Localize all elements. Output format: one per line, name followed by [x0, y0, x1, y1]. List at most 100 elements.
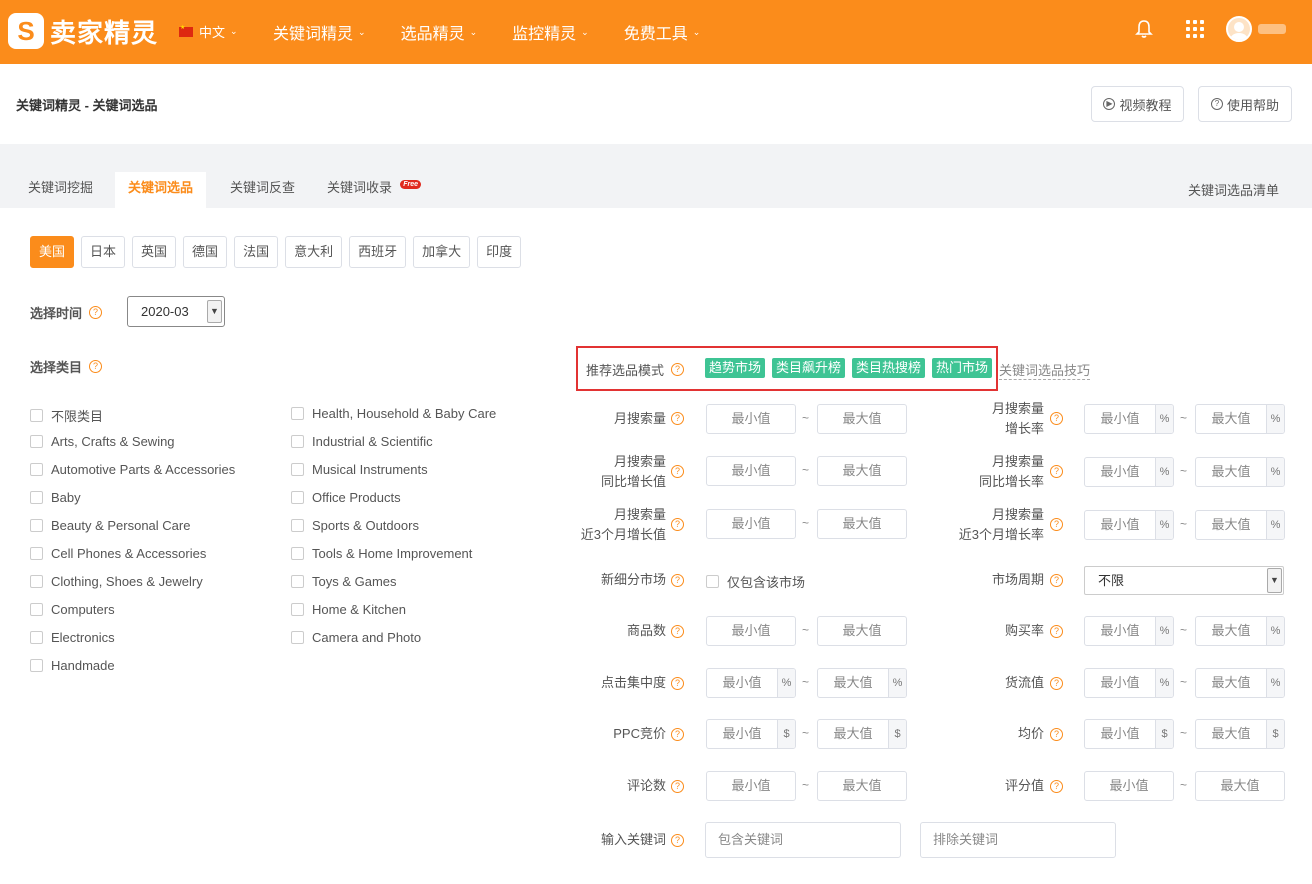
category-item[interactable]: Beauty & Personal Care	[30, 518, 190, 533]
country-us[interactable]: 美国	[30, 236, 75, 268]
recommend-tag-hot-market[interactable]: 热门市场	[932, 358, 993, 378]
date-select[interactable]: 2020-03 ▼	[127, 296, 225, 327]
checkbox[interactable]	[291, 603, 304, 616]
question-icon[interactable]: ?	[671, 518, 684, 531]
nav-keyword[interactable]: 关键词精灵 ⌄	[273, 20, 366, 44]
checkbox[interactable]	[291, 407, 304, 420]
checkbox[interactable]	[291, 519, 304, 532]
min-input[interactable]: 最小值	[706, 509, 796, 539]
checkbox[interactable]	[291, 575, 304, 588]
question-icon[interactable]: ?	[671, 465, 684, 478]
question-icon[interactable]: ?	[671, 574, 684, 587]
min-input[interactable]: 最小值	[706, 404, 796, 434]
checkbox[interactable]	[291, 547, 304, 560]
nav-product[interactable]: 选品精灵 ⌄	[401, 20, 478, 44]
question-icon[interactable]: ?	[1050, 677, 1063, 690]
question-icon[interactable]: ?	[671, 677, 684, 690]
category-item[interactable]: Baby	[30, 490, 81, 505]
exclude-keyword-input[interactable]: 排除关键词	[920, 822, 1116, 858]
question-icon[interactable]: ?	[89, 360, 103, 373]
question-icon[interactable]: ?	[1050, 574, 1063, 587]
country-jp[interactable]: 日本	[81, 236, 126, 268]
country-fr[interactable]: 法国	[234, 236, 279, 268]
min-usd-input[interactable]: 最小值 $	[706, 719, 796, 749]
max-pct-input[interactable]: 最大值%	[1195, 510, 1285, 540]
min-pct-input[interactable]: 最小值%	[1084, 457, 1174, 487]
country-de[interactable]: 德国	[183, 236, 228, 268]
checkbox[interactable]	[291, 463, 304, 476]
question-icon[interactable]: ?	[671, 728, 684, 741]
country-in[interactable]: 印度	[477, 236, 522, 268]
category-item[interactable]: Toys & Games	[291, 574, 397, 589]
tab-keyword-mining[interactable]: 关键词挖掘	[15, 172, 106, 208]
checkbox[interactable]	[30, 547, 43, 560]
checkbox[interactable]	[30, 631, 43, 644]
category-item[interactable]: Computers	[30, 602, 115, 617]
category-item[interactable]: Electronics	[30, 630, 115, 645]
category-item[interactable]: 不限类目	[30, 406, 103, 425]
apps-grid-icon[interactable]	[1186, 20, 1204, 38]
checkbox[interactable]	[30, 519, 43, 532]
keyword-selection-list-link[interactable]: 关键词选品清单	[1188, 180, 1279, 199]
market-cycle-select[interactable]: 不限 ▼	[1084, 566, 1284, 595]
category-item[interactable]: Home & Kitchen	[291, 602, 406, 617]
recommend-tag-trend[interactable]: 趋势市场	[705, 358, 766, 378]
question-icon[interactable]: ?	[1050, 465, 1063, 478]
min-pct-input[interactable]: 最小值%	[706, 668, 796, 698]
question-icon[interactable]: ?	[1050, 518, 1063, 531]
max-pct-input[interactable]: 最大值%	[1195, 668, 1285, 698]
question-icon[interactable]: ?	[671, 834, 684, 847]
max-input[interactable]: 最大值	[817, 456, 907, 486]
nav-free-tools[interactable]: 免费工具 ⌄	[624, 20, 701, 44]
language-switcher[interactable]: 中文 ⌄	[179, 22, 238, 41]
max-pct-input[interactable]: 最大值%	[817, 668, 907, 698]
min-pct-input[interactable]: 最小值%	[1084, 404, 1174, 434]
category-item[interactable]: Musical Instruments	[291, 462, 428, 477]
logo[interactable]: S 卖家精灵	[8, 12, 158, 50]
checkbox[interactable]	[30, 575, 43, 588]
video-tutorial-button[interactable]: ▶ 视频教程	[1091, 86, 1184, 122]
category-item[interactable]: Sports & Outdoors	[291, 518, 419, 533]
max-pct-input[interactable]: 最大值%	[1195, 457, 1285, 487]
question-icon[interactable]: ?	[1050, 780, 1063, 793]
max-input[interactable]: 最大值	[817, 404, 907, 434]
country-it[interactable]: 意大利	[285, 236, 343, 268]
checkbox[interactable]	[30, 463, 43, 476]
category-item[interactable]: Health, Household & Baby Care	[291, 406, 496, 421]
min-pct-input[interactable]: 最小值%	[1084, 510, 1174, 540]
category-item[interactable]: Handmade	[30, 658, 115, 673]
max-pct-input[interactable]: 最大值%	[1195, 616, 1285, 646]
category-item[interactable]: Camera and Photo	[291, 630, 421, 645]
checkbox[interactable]	[30, 435, 43, 448]
min-input[interactable]: 最小值	[706, 616, 796, 646]
checkbox[interactable]	[291, 491, 304, 504]
question-icon[interactable]: ?	[671, 363, 685, 376]
category-item[interactable]: Office Products	[291, 490, 401, 505]
checkbox[interactable]	[30, 659, 43, 672]
nav-monitor[interactable]: 监控精灵 ⌄	[512, 20, 589, 44]
user-name-blurred[interactable]	[1258, 24, 1286, 34]
min-input[interactable]: 最小值	[706, 456, 796, 486]
help-button[interactable]: ? 使用帮助	[1198, 86, 1292, 122]
category-item[interactable]: Industrial & Scientific	[291, 434, 433, 449]
checkbox[interactable]	[30, 603, 43, 616]
question-icon[interactable]: ?	[671, 412, 684, 425]
min-input[interactable]: 最小值	[706, 771, 796, 801]
max-usd-input[interactable]: 最大值 $	[1195, 719, 1285, 749]
min-usd-input[interactable]: 最小值 $	[1084, 719, 1174, 749]
bell-icon[interactable]	[1134, 18, 1154, 40]
category-item[interactable]: Clothing, Shoes & Jewelry	[30, 574, 203, 589]
recommend-tag-category-hot[interactable]: 类目热搜榜	[852, 358, 926, 378]
max-usd-input[interactable]: 最大值 $	[817, 719, 907, 749]
country-uk[interactable]: 英国	[132, 236, 177, 268]
category-item[interactable]: Arts, Crafts & Sewing	[30, 434, 175, 449]
new-niche-checkbox[interactable]: 仅包含该市场	[706, 572, 805, 591]
category-item[interactable]: Tools & Home Improvement	[291, 546, 472, 561]
country-es[interactable]: 西班牙	[349, 236, 407, 268]
max-input[interactable]: 最大值	[817, 771, 907, 801]
checkbox[interactable]	[30, 409, 43, 422]
question-icon[interactable]: ?	[1050, 625, 1063, 638]
question-icon[interactable]: ?	[1050, 728, 1063, 741]
include-keyword-input[interactable]: 包含关键词	[705, 822, 901, 858]
category-item[interactable]: Automotive Parts & Accessories	[30, 462, 235, 477]
